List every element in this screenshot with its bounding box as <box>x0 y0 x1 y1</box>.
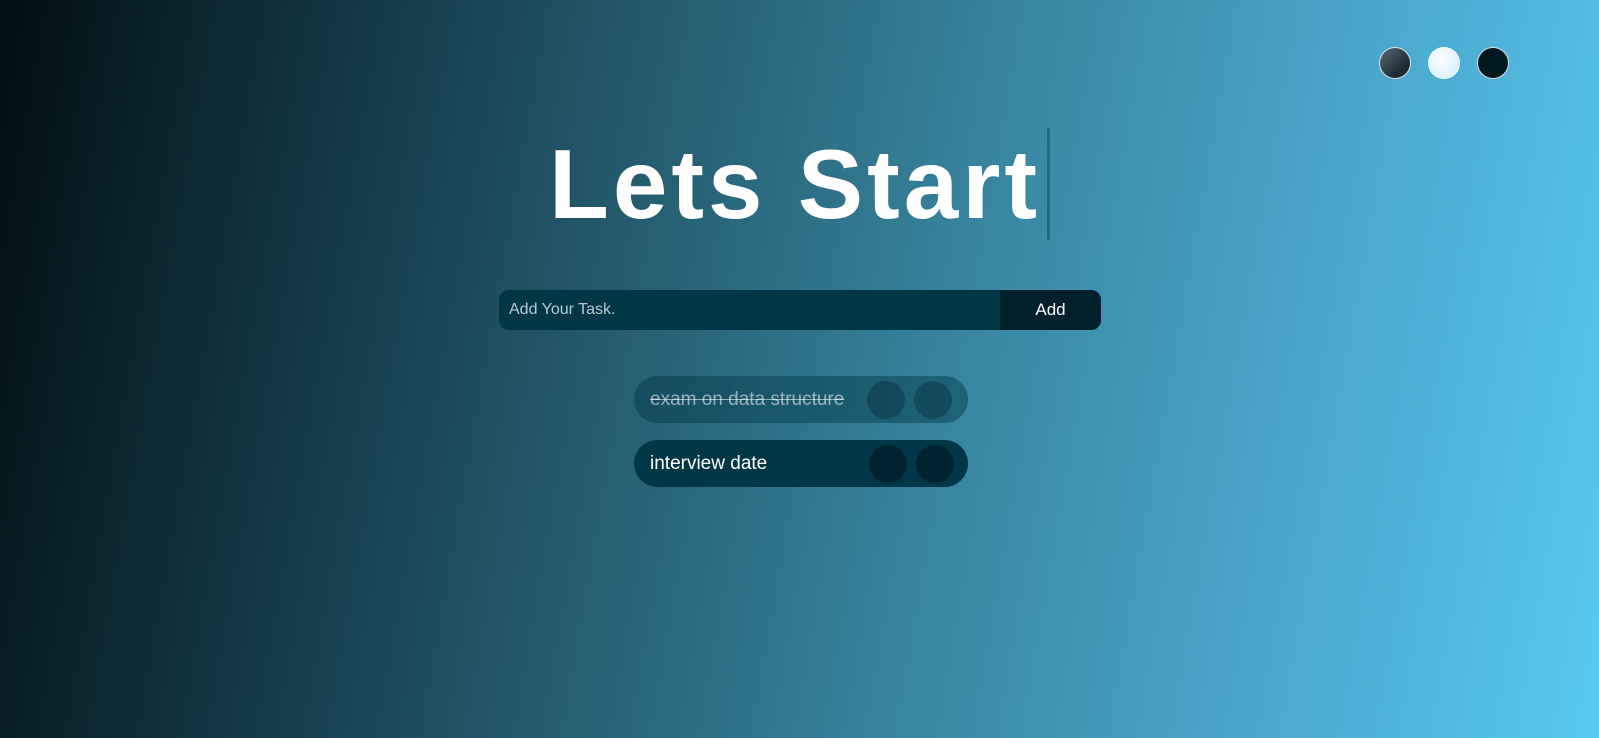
task-input[interactable] <box>499 290 1000 330</box>
todo-text: interview date <box>650 452 768 474</box>
check-button[interactable] <box>867 380 905 419</box>
header: Lets Start <box>0 128 1599 240</box>
theme-switcher <box>1379 47 1509 79</box>
page-title: Lets Start <box>549 128 1050 240</box>
theme-darker-button[interactable] <box>1477 47 1509 79</box>
add-button[interactable]: Add <box>1000 290 1101 330</box>
delete-button[interactable] <box>914 380 952 419</box>
delete-button[interactable] <box>916 444 954 483</box>
check-button[interactable] <box>869 444 907 483</box>
theme-standard-button[interactable] <box>1379 47 1411 79</box>
todo-text: exam on data structure <box>650 388 845 410</box>
todo-item: interview date <box>634 440 968 487</box>
todo-list: exam on data structure interview date <box>634 376 968 504</box>
theme-light-button[interactable] <box>1428 47 1460 79</box>
todo-item: exam on data structure <box>634 376 968 423</box>
task-form: Add <box>499 290 1101 330</box>
